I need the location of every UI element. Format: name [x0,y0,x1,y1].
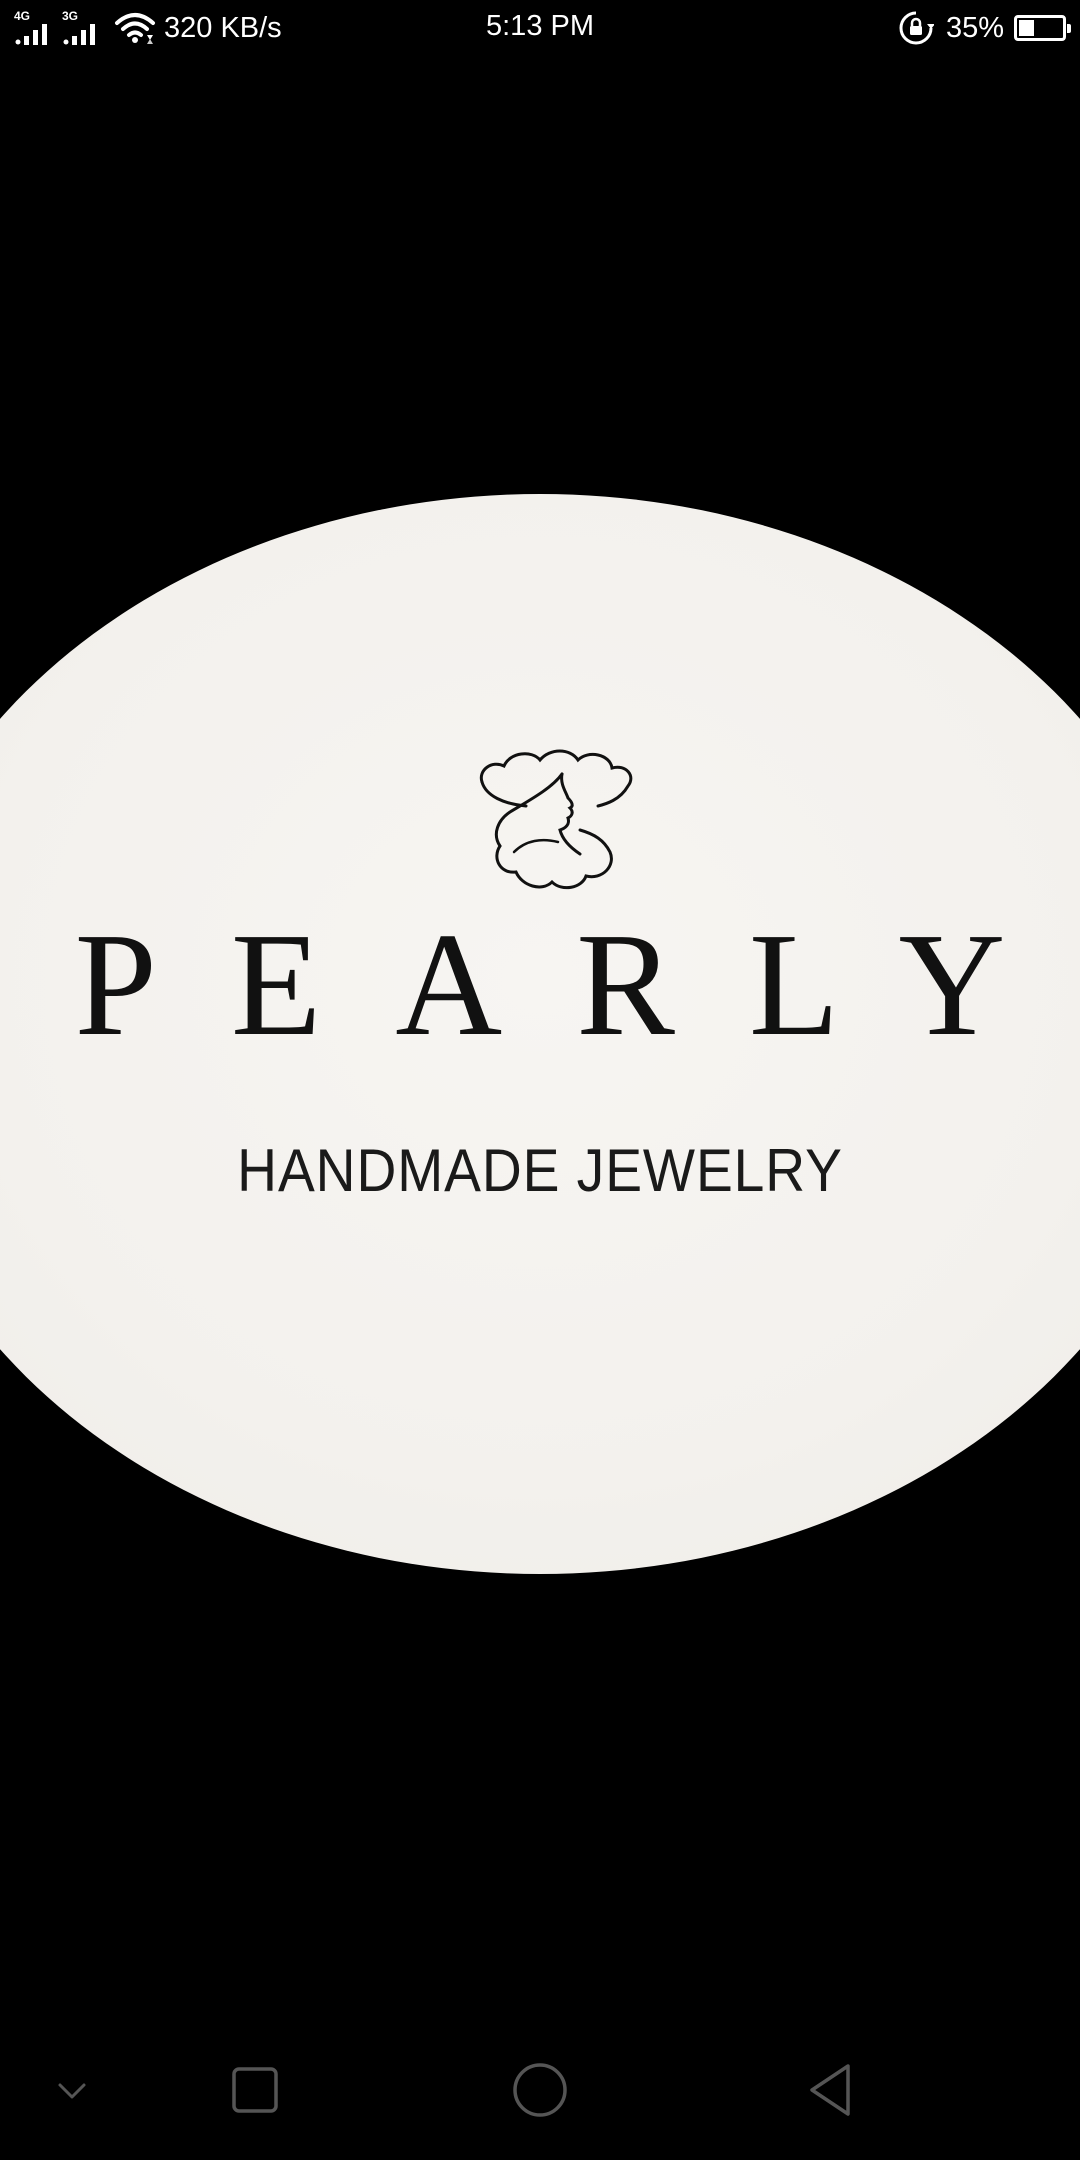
brand-tagline: HANDMADE JEWELRY [237,1137,843,1204]
battery-icon [1014,15,1071,41]
navigation-bar [0,2030,1080,2160]
battery-level-fill [1019,20,1034,36]
status-bar: 4G 3G 320 KB/s 5:13 PM 35% [0,0,1080,56]
home-icon [513,2063,567,2117]
screen: 4G 3G 320 KB/s 5:13 PM 35% PEARLY HANDMA… [0,0,1080,2160]
home-button[interactable] [480,2030,600,2150]
brand-name: PEARLY [74,903,1080,1067]
pearl-shell-face-icon [479,749,633,890]
collapse-icon [58,2083,86,2099]
recents-button[interactable] [195,2030,315,2150]
battery-percent: 35% [945,11,1004,44]
back-button[interactable] [770,2030,890,2150]
rotation-lock-icon [899,11,934,45]
back-icon [810,2064,850,2116]
status-right: 35% [898,8,1071,48]
recents-icon [232,2067,278,2113]
collapse-button[interactable] [12,2030,132,2150]
